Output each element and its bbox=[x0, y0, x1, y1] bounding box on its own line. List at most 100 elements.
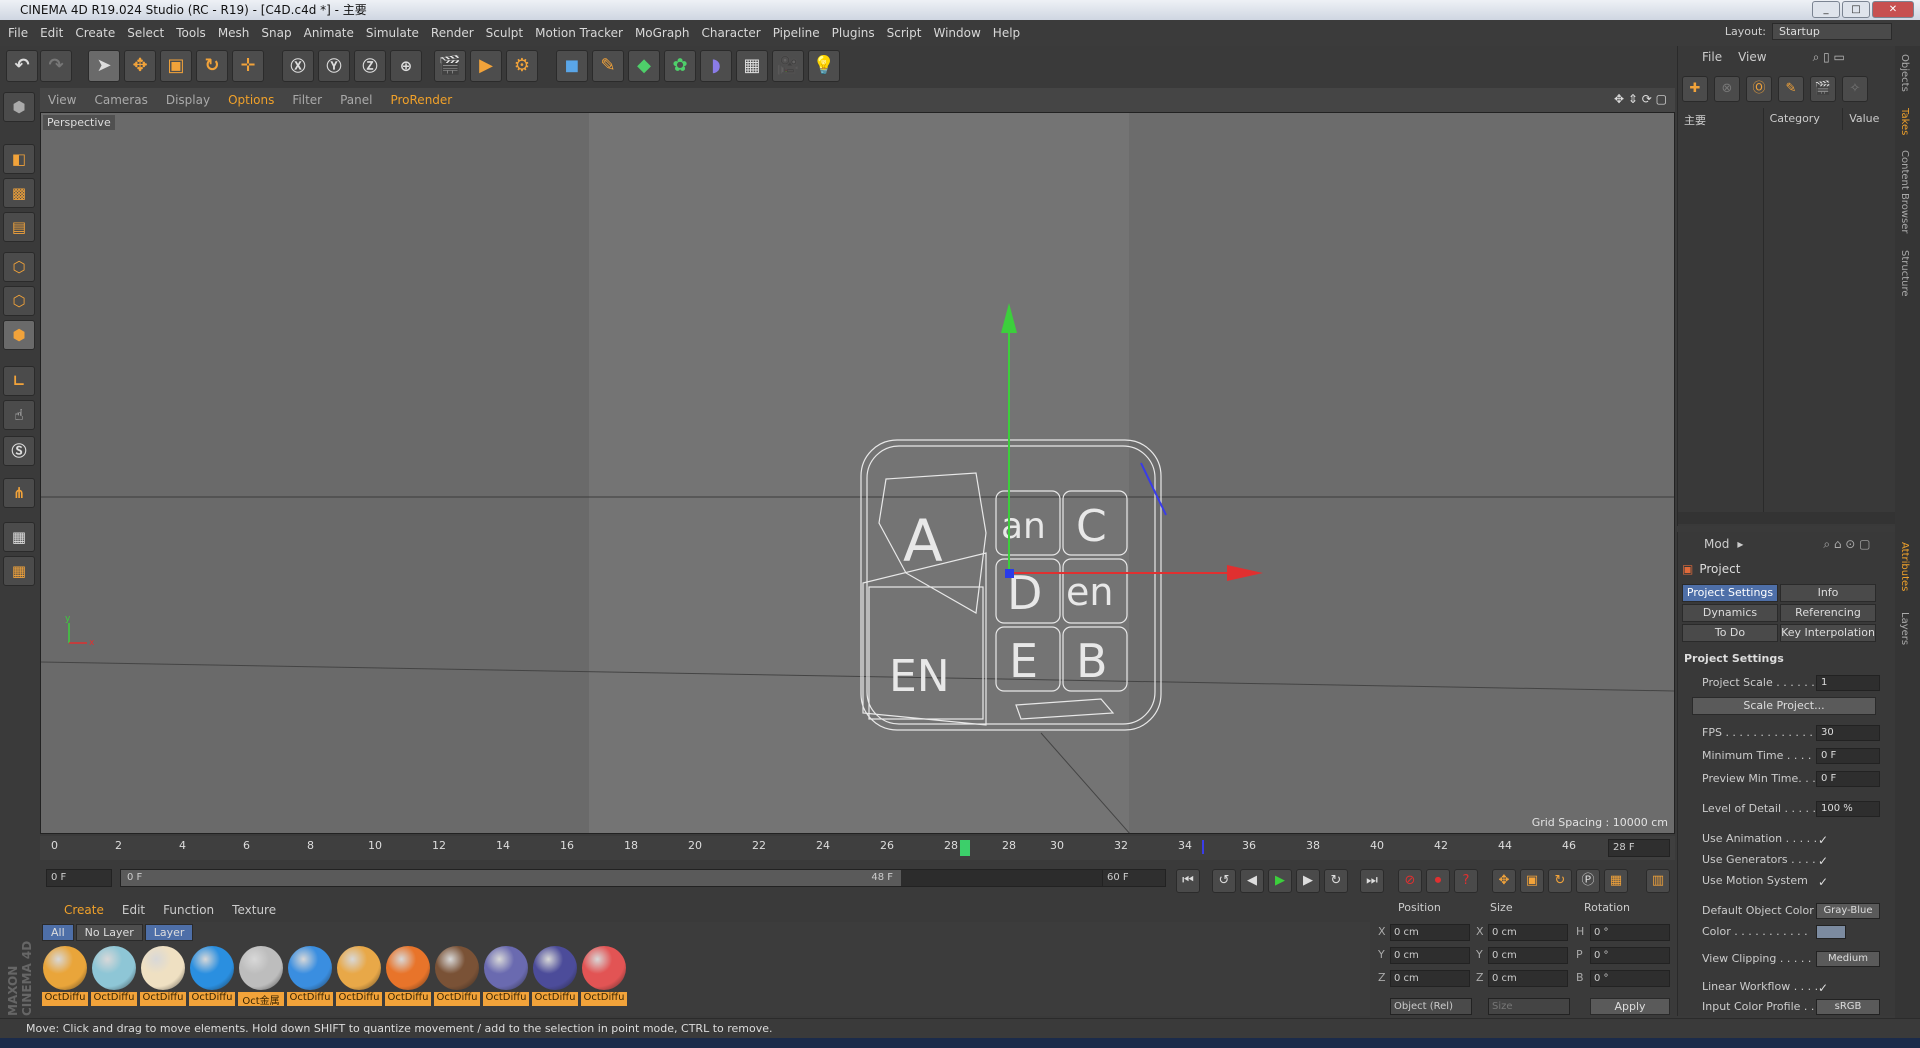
take-lock-icon[interactable]: ✧ bbox=[1842, 76, 1868, 102]
polygons-mode-icon[interactable]: ⬢ bbox=[3, 320, 35, 350]
autokey-icon[interactable]: ⏺ bbox=[1426, 869, 1450, 893]
viewport-menu-cameras[interactable]: Cameras bbox=[94, 93, 147, 107]
menu-plugins[interactable]: Plugins bbox=[832, 26, 875, 40]
size-y-field[interactable]: 0 cm bbox=[1488, 947, 1568, 964]
workplane-mode-icon[interactable]: ▤ bbox=[3, 212, 35, 242]
project-scale-field[interactable]: 1 bbox=[1816, 675, 1880, 691]
make-editable-icon[interactable]: ⬢ bbox=[3, 92, 35, 122]
grid-snap-icon[interactable]: ▦ bbox=[3, 556, 35, 586]
undo-icon[interactable]: ↶ bbox=[6, 50, 38, 82]
take-render-icon[interactable]: 🎬 bbox=[1810, 76, 1836, 102]
use-animation-checkbox[interactable]: ✓ bbox=[1818, 831, 1828, 849]
redo-icon[interactable]: ↷ bbox=[40, 50, 72, 82]
close-button[interactable]: ✕ bbox=[1872, 1, 1914, 18]
object-menu-file[interactable]: File bbox=[1702, 50, 1722, 64]
material-swatch[interactable]: OctDiffu bbox=[434, 946, 480, 1006]
filter-no-layer[interactable]: No Layer bbox=[75, 924, 143, 941]
material-menu-edit[interactable]: Edit bbox=[122, 903, 145, 917]
points-mode-icon[interactable]: ⬡ bbox=[3, 252, 35, 282]
take-auto-icon[interactable]: ✎ bbox=[1778, 76, 1804, 102]
side-tab-layers[interactable]: Layers bbox=[1899, 612, 1910, 645]
start-frame-field[interactable]: 0 F bbox=[46, 869, 112, 887]
object-menu-view[interactable]: View bbox=[1738, 50, 1766, 64]
tab-referencing[interactable]: Referencing bbox=[1780, 604, 1876, 622]
material-swatch[interactable]: OctDiffu bbox=[385, 946, 431, 1006]
render-settings-icon[interactable]: ⚙ bbox=[506, 50, 538, 82]
coordinate-mode-dropdown[interactable]: Object (Rel) bbox=[1390, 998, 1472, 1015]
tab-dynamics[interactable]: Dynamics bbox=[1682, 604, 1778, 622]
material-swatch[interactable]: OctDiffu bbox=[140, 946, 186, 1006]
side-tab-structure[interactable]: Structure bbox=[1899, 250, 1910, 297]
position-x-field[interactable]: 0 cm bbox=[1390, 924, 1470, 941]
timeline-ruler[interactable]: 0 2 4 6 8 10 12 14 16 18 20 22 24 26 28 … bbox=[40, 836, 1675, 860]
keyframe-selection-icon[interactable]: ? bbox=[1454, 869, 1478, 893]
key-rotation-icon[interactable]: ↻ bbox=[1548, 869, 1572, 893]
tweak-mode-icon[interactable]: ☝ bbox=[3, 400, 35, 430]
rotate-tool-icon[interactable]: ↻ bbox=[196, 50, 228, 82]
go-to-start-icon[interactable]: ⏮ bbox=[1176, 869, 1200, 893]
size-mode-dropdown[interactable]: Size bbox=[1488, 998, 1570, 1015]
value-column[interactable]: Value bbox=[1843, 108, 1895, 130]
position-z-field[interactable]: 0 cm bbox=[1390, 970, 1470, 987]
object-search-icon[interactable]: ⌕ ▯ ▭ bbox=[1813, 50, 1845, 65]
viewport-nav-icons[interactable]: ✥ ⇕ ⟳ ▢ bbox=[1614, 92, 1667, 106]
preview-min-time-field[interactable]: 0 F bbox=[1816, 771, 1880, 787]
tab-key-interpolation[interactable]: Key Interpolation bbox=[1780, 624, 1876, 642]
material-menu-texture[interactable]: Texture bbox=[232, 903, 276, 917]
material-swatch[interactable]: OctDiffu bbox=[189, 946, 235, 1006]
menu-snap[interactable]: Snap bbox=[261, 26, 291, 40]
pointer-tool-icon[interactable]: ➤ bbox=[88, 50, 120, 82]
tab-to-do[interactable]: To Do bbox=[1682, 624, 1778, 642]
key-pla-icon[interactable]: ▦ bbox=[1604, 869, 1628, 893]
side-tab-attributes[interactable]: Attributes bbox=[1899, 542, 1910, 591]
menu-render[interactable]: Render bbox=[431, 26, 474, 40]
camera-icon[interactable]: 🎥 bbox=[772, 50, 804, 82]
attribute-search-icon[interactable]: ⌕ ⌂ ⊙ ▢ bbox=[1823, 537, 1870, 552]
material-swatch[interactable]: OctDiffu bbox=[91, 946, 137, 1006]
input-color-profile-dropdown[interactable]: sRGB bbox=[1816, 999, 1880, 1015]
viewport-menu-display[interactable]: Display bbox=[166, 93, 210, 107]
linear-workflow-checkbox[interactable]: ✓ bbox=[1818, 979, 1828, 997]
go-to-end-icon[interactable]: ⏭ bbox=[1360, 869, 1384, 893]
world-coordinates-icon[interactable]: ⊕ bbox=[390, 50, 422, 82]
viewport-menu-options[interactable]: Options bbox=[228, 93, 274, 107]
menu-simulate[interactable]: Simulate bbox=[366, 26, 419, 40]
viewport-menu-panel[interactable]: Panel bbox=[340, 93, 372, 107]
menu-help[interactable]: Help bbox=[993, 26, 1020, 40]
key-parameter-icon[interactable]: Ⓟ bbox=[1576, 869, 1600, 893]
menu-create[interactable]: Create bbox=[75, 26, 115, 40]
key-position-icon[interactable]: ✥ bbox=[1492, 869, 1516, 893]
current-frame-field[interactable]: 28 F bbox=[1608, 839, 1670, 857]
timeline-window-icon[interactable]: ▥ bbox=[1646, 869, 1670, 893]
take-column-main[interactable]: 主要 bbox=[1678, 108, 1764, 130]
menu-character[interactable]: Character bbox=[701, 26, 760, 40]
frame-range-slider[interactable]: 0 F 48 F bbox=[121, 870, 901, 886]
render-picture-viewer-icon[interactable]: ▶ bbox=[470, 50, 502, 82]
edges-mode-icon[interactable]: ⬡ bbox=[3, 286, 35, 316]
end-frame-field[interactable]: 60 F bbox=[1102, 869, 1166, 887]
tab-project-settings[interactable]: Project Settings bbox=[1682, 584, 1778, 602]
take-override-icon[interactable]: Ⓞ bbox=[1746, 76, 1772, 102]
play-icon[interactable]: ▶ bbox=[1268, 869, 1292, 893]
menu-mograph[interactable]: MoGraph bbox=[635, 26, 690, 40]
layout-dropdown[interactable]: Startup bbox=[1772, 23, 1892, 40]
object-scrollbar[interactable] bbox=[1678, 512, 1896, 524]
subdivision-icon[interactable]: ◆ bbox=[628, 50, 660, 82]
light-icon[interactable]: 💡 bbox=[808, 50, 840, 82]
apply-button[interactable]: Apply bbox=[1590, 998, 1670, 1015]
next-key-icon[interactable]: ↻ bbox=[1324, 869, 1348, 893]
view-clipping-dropdown[interactable]: Medium bbox=[1816, 951, 1880, 967]
material-swatch[interactable]: OctDiffu bbox=[483, 946, 529, 1006]
previous-key-icon[interactable]: ↺ bbox=[1212, 869, 1236, 893]
minimum-time-field[interactable]: 0 F bbox=[1816, 748, 1880, 764]
menu-window[interactable]: Window bbox=[933, 26, 980, 40]
size-x-field[interactable]: 0 cm bbox=[1488, 924, 1568, 941]
y-axis-icon[interactable]: Ⓨ bbox=[318, 50, 350, 82]
scale-project-button[interactable]: Scale Project... bbox=[1692, 697, 1876, 715]
color-swatch[interactable] bbox=[1816, 925, 1846, 939]
rotation-h-field[interactable]: 0 ° bbox=[1590, 924, 1670, 941]
menu-animate[interactable]: Animate bbox=[304, 26, 354, 40]
size-z-field[interactable]: 0 cm bbox=[1488, 970, 1568, 987]
take-remove-icon[interactable]: ⊗ bbox=[1714, 76, 1740, 102]
frame-range-track[interactable]: 0 F 48 F bbox=[120, 869, 1130, 887]
